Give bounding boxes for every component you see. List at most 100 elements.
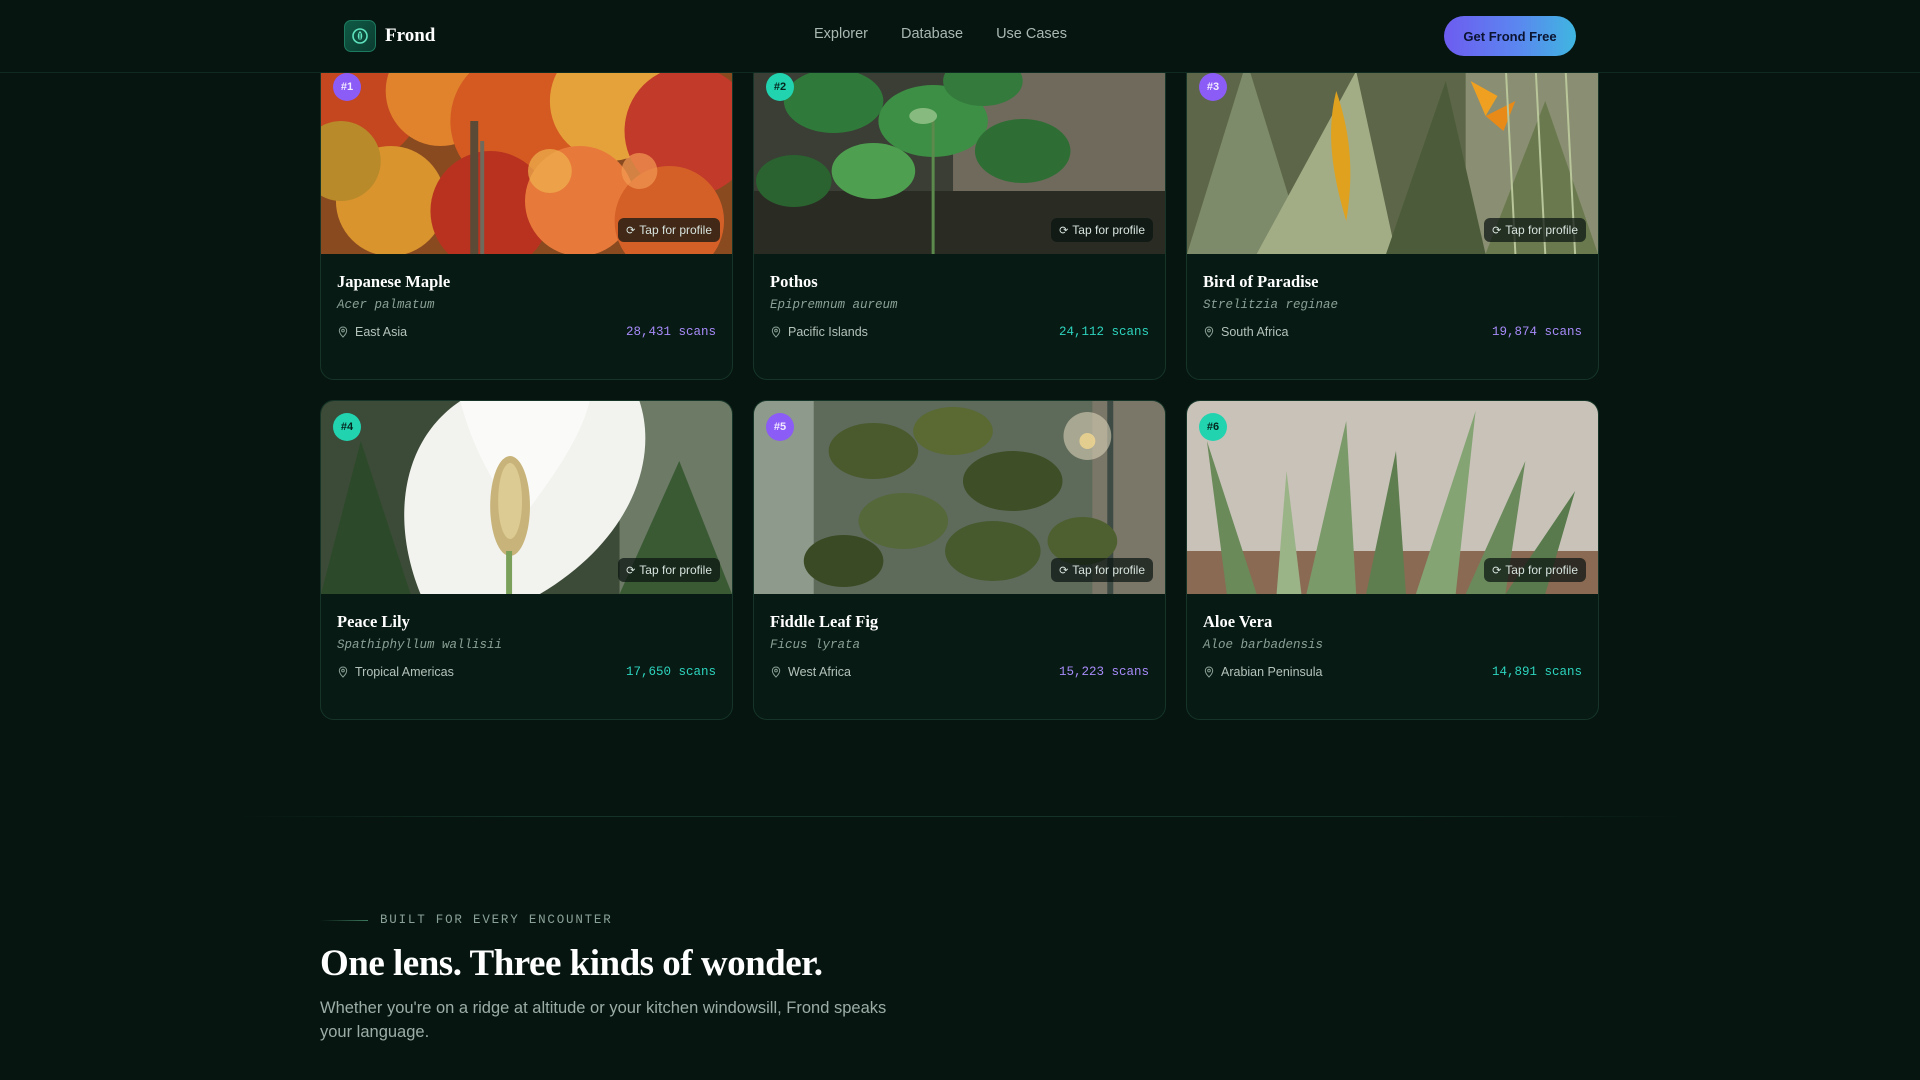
plant-grid: #1 ⟳ Tap for profile Japanese Maple Acer… (320, 0, 1600, 720)
plant-photo: #1 ⟳ Tap for profile (321, 61, 732, 254)
scan-count: 17,650 scans (625, 665, 716, 679)
rank-badge: #5 (766, 413, 794, 441)
rank-badge: #3 (1199, 73, 1227, 101)
tap-label: Tap for profile (1072, 563, 1145, 577)
brand[interactable]: Frond (344, 20, 435, 52)
nav-explorer[interactable]: Explorer (814, 26, 868, 42)
plant-name: Aloe Vera (1203, 612, 1273, 631)
plant-latin-name: Aloe barbadensis (1203, 638, 1324, 652)
site-header: Frond Explorer Database Use Cases Get Fr… (0, 0, 1920, 73)
rank-badge: #6 (1199, 413, 1227, 441)
refresh-icon: ⟳ (1059, 224, 1069, 237)
origin-text: East Asia (355, 325, 408, 339)
tap-for-profile-button[interactable]: ⟳ Tap for profile (618, 218, 720, 242)
plant-info: Fiddle Leaf Fig Ficus lyrata West Africa… (754, 594, 1165, 679)
plant-latin-name: Epipremnum aureum (770, 298, 898, 312)
plant-origin: East Asia (337, 325, 407, 339)
section-divider (240, 816, 1680, 817)
plant-latin-name: Ficus lyrata (770, 638, 861, 652)
plant-origin: South Africa (1203, 325, 1288, 339)
origin-text: Pacific Islands (788, 325, 868, 339)
plant-photo: #5 ⟳ Tap for profile (754, 401, 1165, 594)
tap-label: Tap for profile (1505, 223, 1578, 237)
origin-text: West Africa (788, 665, 851, 679)
plant-card-fiddle-leaf-fig[interactable]: #5 ⟳ Tap for profile Fiddle Leaf Fig Fic… (753, 400, 1166, 720)
origin-text: Tropical Americas (355, 665, 454, 679)
plant-latin-name: Spathiphyllum wallisii (337, 638, 503, 652)
plant-info: Peace Lily Spathiphyllum wallisii Tropic… (321, 594, 732, 679)
section-eyebrow: BUILT FOR EVERY ENCOUNTER (320, 913, 613, 927)
tap-for-profile-button[interactable]: ⟳ Tap for profile (1484, 558, 1586, 582)
plant-meta: Tropical Americas 17,650 scans (337, 665, 716, 679)
plant-card-japanese-maple[interactable]: #1 ⟳ Tap for profile Japanese Maple Acer… (320, 60, 733, 380)
main-nav: Explorer Database Use Cases (814, 26, 1067, 42)
rank-badge: #4 (333, 413, 361, 441)
plant-name: Fiddle Leaf Fig (770, 612, 879, 631)
get-frond-free-button[interactable]: Get Frond Free (1444, 16, 1576, 56)
nav-use-cases[interactable]: Use Cases (996, 26, 1067, 42)
plant-card-peace-lily[interactable]: #4 ⟳ Tap for profile Peace Lily Spathiph… (320, 400, 733, 720)
refresh-icon: ⟳ (1492, 224, 1502, 237)
refresh-icon: ⟳ (1059, 564, 1069, 577)
tap-label: Tap for profile (1072, 223, 1145, 237)
plant-info: Bird of Paradise Strelitzia reginae Sout… (1187, 254, 1598, 339)
scan-count: 19,874 scans (1491, 325, 1582, 339)
plant-origin: Arabian Peninsula (1203, 665, 1322, 679)
plant-name: Bird of Paradise (1203, 272, 1319, 291)
plant-origin: Pacific Islands (770, 325, 868, 339)
rank-badge: #1 (333, 73, 361, 101)
plant-origin: West Africa (770, 665, 851, 679)
plant-meta: West Africa 15,223 scans (770, 665, 1149, 679)
scan-count: 14,891 scans (1491, 665, 1582, 679)
plant-card-pothos[interactable]: #2 ⟳ Tap for profile Pothos Epipremnum a… (753, 60, 1166, 380)
tap-for-profile-button[interactable]: ⟳ Tap for profile (618, 558, 720, 582)
plant-card-bird-of-paradise[interactable]: #3 ⟳ Tap for profile Bird of Paradise St… (1186, 60, 1599, 380)
rank-badge: #2 (766, 73, 794, 101)
tap-label: Tap for profile (639, 563, 712, 577)
location-pin-icon (771, 326, 781, 338)
section-title: One lens. Three kinds of wonder. (320, 943, 823, 984)
plant-origin: Tropical Americas (337, 665, 454, 679)
plant-name: Pothos (770, 272, 818, 291)
eyebrow-line (320, 919, 368, 921)
location-pin-icon (1204, 666, 1214, 678)
plant-info: Aloe Vera Aloe barbadensis Arabian Penin… (1187, 594, 1598, 679)
tap-for-profile-button[interactable]: ⟳ Tap for profile (1051, 558, 1153, 582)
scan-count: 28,431 scans (625, 325, 716, 339)
brand-name: Frond (385, 25, 436, 46)
eyebrow-text: BUILT FOR EVERY ENCOUNTER (380, 913, 613, 927)
plant-card-aloe-vera[interactable]: #6 ⟳ Tap for profile Aloe Vera Aloe barb… (1186, 400, 1599, 720)
plant-latin-name: Acer palmatum (337, 298, 435, 312)
tap-label: Tap for profile (639, 223, 712, 237)
refresh-icon: ⟳ (626, 224, 636, 237)
origin-text: South Africa (1221, 325, 1289, 339)
location-pin-icon (771, 666, 781, 678)
tap-for-profile-button[interactable]: ⟳ Tap for profile (1051, 218, 1153, 242)
leaf-logo-icon (344, 20, 376, 52)
refresh-icon: ⟳ (1492, 564, 1502, 577)
location-pin-icon (338, 326, 348, 338)
plant-meta: East Asia 28,431 scans (337, 325, 716, 339)
plant-meta: Arabian Peninsula 14,891 scans (1203, 665, 1582, 679)
nav-database[interactable]: Database (901, 26, 963, 42)
tap-label: Tap for profile (1505, 563, 1578, 577)
plant-meta: Pacific Islands 24,112 scans (770, 325, 1149, 339)
scan-count: 24,112 scans (1058, 325, 1149, 339)
plant-photo: #4 ⟳ Tap for profile (321, 401, 732, 594)
plant-photo: #3 ⟳ Tap for profile (1187, 61, 1598, 254)
plant-info: Japanese Maple Acer palmatum East Asia 2… (321, 254, 732, 339)
plant-name: Peace Lily (337, 612, 410, 631)
location-pin-icon (338, 666, 348, 678)
section-subtitle: Whether you're on a ridge at altitude or… (320, 999, 887, 1041)
tap-for-profile-button[interactable]: ⟳ Tap for profile (1484, 218, 1586, 242)
plant-info: Pothos Epipremnum aureum Pacific Islands… (754, 254, 1165, 339)
plant-latin-name: Strelitzia reginae (1203, 298, 1339, 312)
refresh-icon: ⟳ (626, 564, 636, 577)
location-pin-icon (1204, 326, 1214, 338)
scan-count: 15,223 scans (1058, 665, 1149, 679)
plant-name: Japanese Maple (337, 272, 451, 291)
plant-photo: #2 ⟳ Tap for profile (754, 61, 1165, 254)
origin-text: Arabian Peninsula (1221, 665, 1323, 679)
plant-photo: #6 ⟳ Tap for profile (1187, 401, 1598, 594)
plant-meta: South Africa 19,874 scans (1203, 325, 1582, 339)
